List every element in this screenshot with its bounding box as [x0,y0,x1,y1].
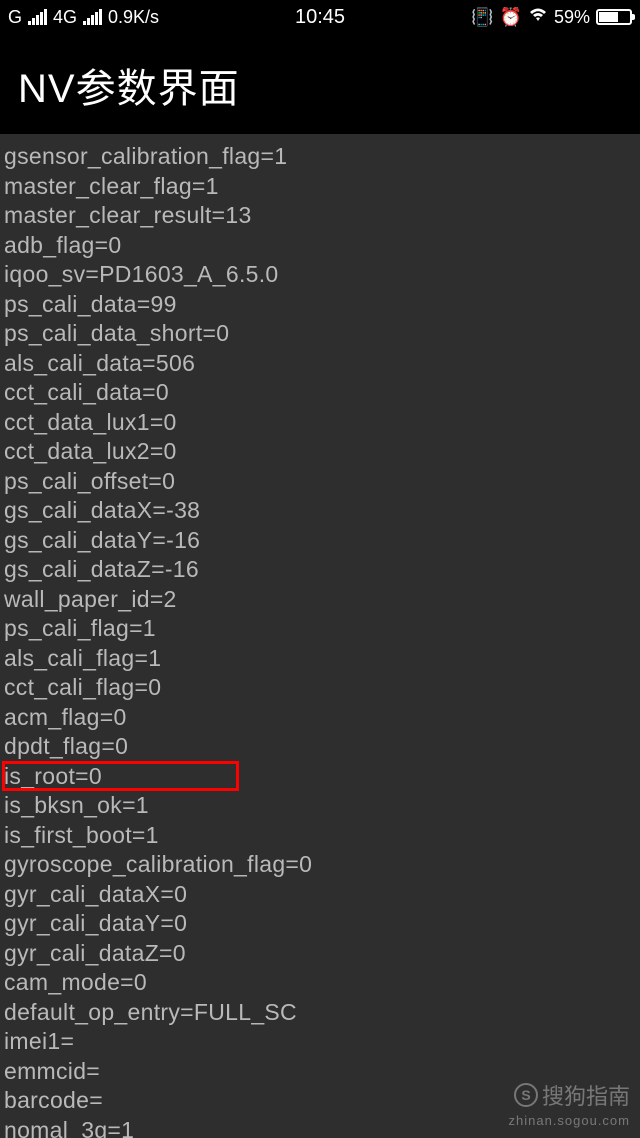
nv-line: is_first_boot=1 [4,821,640,851]
nv-line: als_cali_data=506 [4,349,640,379]
status-right: 📳 ⏰ 59% [471,7,632,28]
nv-line: wall_paper_id=2 [4,585,640,615]
status-left: G 4G 0.9K/s [8,7,159,28]
nv-line: cct_data_lux2=0 [4,437,640,467]
nv-line: acm_flag=0 [4,703,640,733]
nv-line: ps_cali_flag=1 [4,614,640,644]
nv-line: als_cali_flag=1 [4,644,640,674]
nv-line: is_root=0 [4,762,640,792]
battery-icon [596,9,632,25]
nv-line: gyr_cali_dataZ=0 [4,939,640,969]
vibrate-icon: 📳 [471,7,493,28]
nv-line: ps_cali_data_short=0 [4,319,640,349]
nv-line: gyr_cali_dataY=0 [4,909,640,939]
nv-line: ps_cali_data=99 [4,290,640,320]
nv-line: ps_cali_offset=0 [4,467,640,497]
nv-line: gs_cali_dataY=-16 [4,526,640,556]
network-label: 4G [53,7,77,28]
nv-line: master_clear_flag=1 [4,172,640,202]
nv-line: default_op_entry=FULL_SC [4,998,640,1028]
signal-icon-2 [83,9,102,25]
nv-line: gs_cali_dataZ=-16 [4,555,640,585]
watermark-name: 搜狗指南 [542,1079,630,1111]
carrier-prefix: G [8,7,22,28]
wifi-icon [528,7,548,28]
page-title: NV参数界面 [0,34,640,134]
status-bar: G 4G 0.9K/s 10:45 📳 ⏰ 59% [0,0,640,34]
nv-line: cct_data_lux1=0 [4,408,640,438]
nv-line: is_bksn_ok=1 [4,791,640,821]
nv-line: cct_cali_data=0 [4,378,640,408]
watermark-logo-icon: S [514,1083,538,1107]
data-speed: 0.9K/s [108,7,159,28]
nv-line: iqoo_sv=PD1603_A_6.5.0 [4,260,640,290]
nv-line: master_clear_result=13 [4,201,640,231]
nv-line: gs_cali_dataX=-38 [4,496,640,526]
battery-pct: 59% [554,7,590,28]
nv-line: gyr_cali_dataX=0 [4,880,640,910]
nv-line: cct_cali_flag=0 [4,673,640,703]
nv-line: imei1= [4,1027,640,1057]
signal-icon [28,9,47,25]
nv-line: cam_mode=0 [4,968,640,998]
watermark: S 搜狗指南 zhinan.sogou.com [508,1079,630,1128]
watermark-url: zhinan.sogou.com [508,1113,630,1128]
nv-line: dpdt_flag=0 [4,732,640,762]
nv-line: gyroscope_calibration_flag=0 [4,850,640,880]
alarm-icon: ⏰ [500,7,522,28]
nv-line: adb_flag=0 [4,231,640,261]
nv-line: gsensor_calibration_flag=1 [4,142,640,172]
nv-parameter-list[interactable]: gsensor_calibration_flag=1master_clear_f… [0,134,640,1138]
